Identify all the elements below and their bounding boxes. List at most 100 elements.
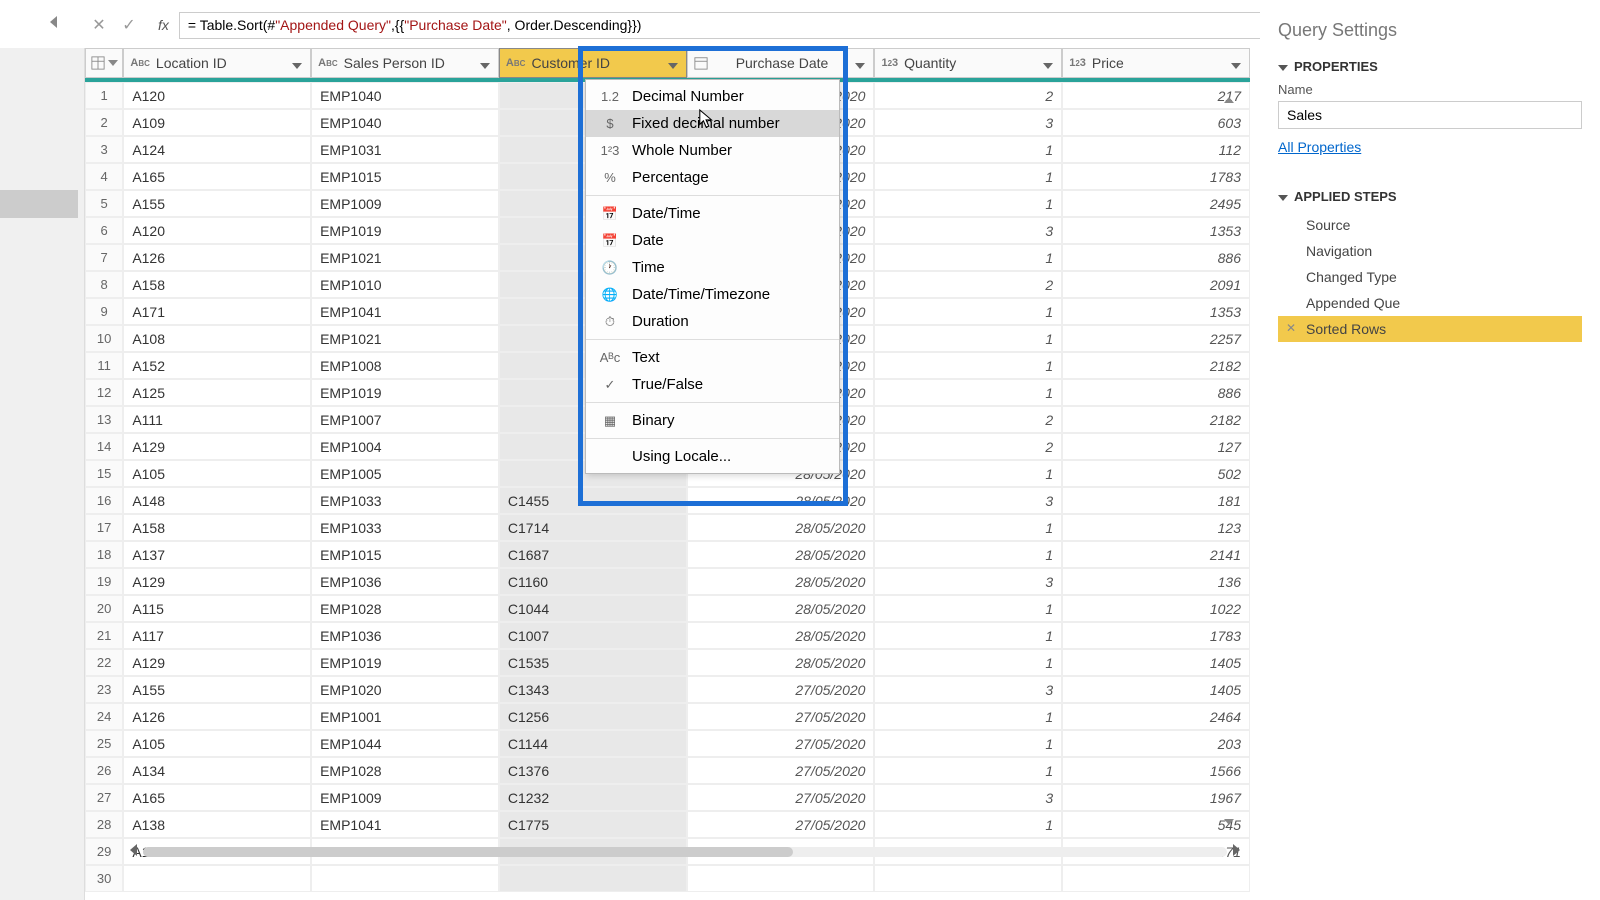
cell-purchase-date[interactable]: 27/05/2020: [687, 730, 875, 757]
cell-sales-person[interactable]: EMP1019: [311, 217, 499, 244]
type-menu-item[interactable]: 📅Date/Time: [586, 200, 839, 227]
cell-price[interactable]: 2182: [1062, 406, 1250, 433]
table-row[interactable]: 20A115EMP1028C104428/05/202011022: [85, 595, 1250, 622]
row-number[interactable]: 9: [85, 298, 123, 325]
back-button[interactable]: [50, 15, 70, 35]
cell-quantity[interactable]: 1: [874, 757, 1062, 784]
table-row[interactable]: 30: [85, 865, 1250, 892]
cell-sales-person[interactable]: EMP1005: [311, 460, 499, 487]
type-menu-item[interactable]: ⏱Duration: [586, 308, 839, 335]
cell-sales-person[interactable]: EMP1036: [311, 568, 499, 595]
row-number[interactable]: 23: [85, 676, 123, 703]
type-menu-item[interactable]: 🌐Date/Time/Timezone: [586, 281, 839, 308]
delete-step-icon[interactable]: ✕: [1286, 321, 1296, 335]
type-menu-item[interactable]: %Percentage: [586, 164, 839, 191]
cell-price[interactable]: 1967: [1062, 784, 1250, 811]
cell-sales-person[interactable]: EMP1009: [311, 784, 499, 811]
row-number[interactable]: 16: [85, 487, 123, 514]
cell-sales-person[interactable]: EMP1015: [311, 163, 499, 190]
row-number[interactable]: 19: [85, 568, 123, 595]
cell-location[interactable]: [123, 865, 311, 892]
cell-purchase-date[interactable]: 27/05/2020: [687, 784, 875, 811]
table-row[interactable]: 17A158EMP1033C171428/05/20201123: [85, 514, 1250, 541]
cell-quantity[interactable]: 2: [874, 433, 1062, 460]
cell-price[interactable]: 1405: [1062, 649, 1250, 676]
row-number[interactable]: 11: [85, 352, 123, 379]
cell-sales-person[interactable]: EMP1036: [311, 622, 499, 649]
scroll-down-button[interactable]: [1224, 812, 1240, 830]
filter-dropdown-icon[interactable]: [668, 56, 682, 70]
cell-quantity[interactable]: 2: [874, 406, 1062, 433]
cell-price[interactable]: 1783: [1062, 622, 1250, 649]
cell-customer[interactable]: [499, 865, 687, 892]
cell-price[interactable]: 181: [1062, 487, 1250, 514]
cell-purchase-date[interactable]: 28/05/2020: [687, 568, 875, 595]
row-number[interactable]: 1: [85, 82, 123, 109]
row-number[interactable]: 13: [85, 406, 123, 433]
row-number[interactable]: 3: [85, 136, 123, 163]
cell-purchase-date[interactable]: 28/05/2020: [687, 541, 875, 568]
cell-quantity[interactable]: [874, 865, 1062, 892]
cell-location[interactable]: A165: [123, 784, 311, 811]
type-menu-item[interactable]: Using Locale...: [586, 443, 839, 470]
cell-quantity[interactable]: 1: [874, 136, 1062, 163]
applied-steps-header[interactable]: APPLIED STEPS: [1278, 189, 1582, 204]
cell-location[interactable]: A105: [123, 730, 311, 757]
filter-dropdown-icon[interactable]: [292, 56, 306, 70]
cell-price[interactable]: 886: [1062, 244, 1250, 271]
type-menu-item[interactable]: 📅Date: [586, 227, 839, 254]
cell-customer[interactable]: C1144: [499, 730, 687, 757]
cell-price[interactable]: 502: [1062, 460, 1250, 487]
cell-quantity[interactable]: 1: [874, 460, 1062, 487]
cell-quantity[interactable]: 1: [874, 298, 1062, 325]
row-number[interactable]: 4: [85, 163, 123, 190]
cell-sales-person[interactable]: EMP1021: [311, 244, 499, 271]
table-row[interactable]: 26A134EMP1028C137627/05/202011566: [85, 757, 1250, 784]
cell-location[interactable]: A165: [123, 163, 311, 190]
cell-quantity[interactable]: 3: [874, 487, 1062, 514]
cell-quantity[interactable]: 1: [874, 649, 1062, 676]
type-menu-item[interactable]: 1.2Decimal Number: [586, 83, 839, 110]
cell-location[interactable]: A152: [123, 352, 311, 379]
column-header-quantity[interactable]: 123 Quantity: [874, 48, 1062, 78]
cell-sales-person[interactable]: EMP1021: [311, 325, 499, 352]
cell-location[interactable]: A115: [123, 595, 311, 622]
column-header-location[interactable]: ABC Location ID: [123, 48, 311, 78]
table-row[interactable]: 21A117EMP1036C100728/05/202011783: [85, 622, 1250, 649]
cell-price[interactable]: [1062, 865, 1250, 892]
cell-location[interactable]: A117: [123, 622, 311, 649]
row-number[interactable]: 29: [85, 838, 123, 865]
cell-location[interactable]: A129: [123, 433, 311, 460]
type-menu-item[interactable]: 1²3Whole Number: [586, 137, 839, 164]
cell-sales-person[interactable]: EMP1040: [311, 82, 499, 109]
cell-customer[interactable]: C1455: [499, 487, 687, 514]
applied-step[interactable]: Appended Que: [1278, 290, 1582, 316]
cell-quantity[interactable]: 3: [874, 568, 1062, 595]
cell-quantity[interactable]: 1: [874, 622, 1062, 649]
cell-customer[interactable]: C1775: [499, 811, 687, 838]
row-number[interactable]: 20: [85, 595, 123, 622]
table-row[interactable]: 16A148EMP1033C145528/05/20203181: [85, 487, 1250, 514]
row-number[interactable]: 24: [85, 703, 123, 730]
cell-purchase-date[interactable]: 27/05/2020: [687, 676, 875, 703]
cell-price[interactable]: 136: [1062, 568, 1250, 595]
cell-location[interactable]: A126: [123, 703, 311, 730]
cell-sales-person[interactable]: EMP1019: [311, 649, 499, 676]
row-number[interactable]: 5: [85, 190, 123, 217]
row-number[interactable]: 25: [85, 730, 123, 757]
cell-price[interactable]: 2091: [1062, 271, 1250, 298]
cell-price[interactable]: 112: [1062, 136, 1250, 163]
cell-sales-person[interactable]: EMP1008: [311, 352, 499, 379]
cell-quantity[interactable]: 3: [874, 676, 1062, 703]
cell-sales-person[interactable]: EMP1033: [311, 487, 499, 514]
column-header-sales-person[interactable]: ABC Sales Person ID: [311, 48, 499, 78]
cell-sales-person[interactable]: [311, 865, 499, 892]
row-number[interactable]: 10: [85, 325, 123, 352]
query-name-input[interactable]: [1278, 101, 1582, 129]
cell-price[interactable]: 2141: [1062, 541, 1250, 568]
scroll-up-button[interactable]: [1224, 90, 1240, 108]
table-row[interactable]: 18A137EMP1015C168728/05/202012141: [85, 541, 1250, 568]
cell-location[interactable]: A158: [123, 271, 311, 298]
cell-price[interactable]: 123: [1062, 514, 1250, 541]
cell-price[interactable]: 603: [1062, 109, 1250, 136]
